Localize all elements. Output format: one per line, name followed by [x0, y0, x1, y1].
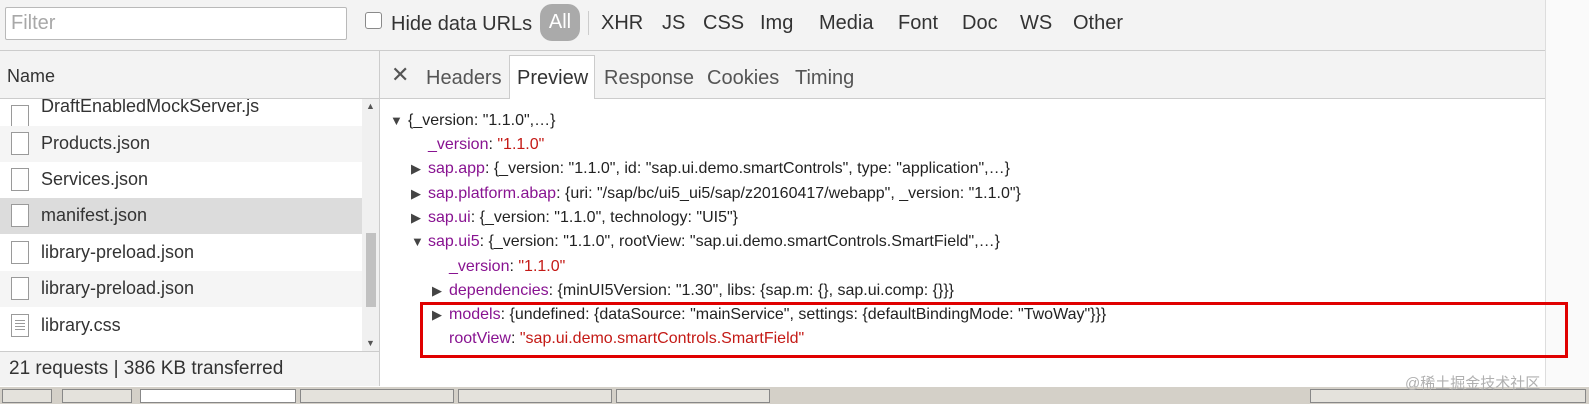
- request-row[interactable]: Services.json: [0, 162, 362, 198]
- filter-js-button[interactable]: JS: [662, 12, 685, 35]
- request-name: library.css: [41, 315, 121, 335]
- hide-data-urls-label[interactable]: Hide data URLs: [391, 13, 532, 36]
- json-object-summary: {_version: "1.1.0", id: "sap.ui.demo.sma…: [493, 160, 1010, 177]
- json-key: sap.platform.abap: [428, 185, 557, 202]
- request-list-scrollbar[interactable]: [362, 99, 379, 351]
- json-string-value: "1.1.0": [518, 258, 566, 275]
- hide-data-urls-checkbox[interactable]: [365, 12, 382, 29]
- request-summary: 21 requests | 386 KB transferred: [9, 358, 284, 379]
- json-key: sap.app: [428, 160, 485, 177]
- json-key: _version: [449, 258, 510, 275]
- name-column-header-bg: [0, 51, 379, 99]
- filter-font-button[interactable]: Font: [898, 12, 938, 35]
- taskbar-window-button[interactable]: [616, 389, 770, 403]
- tab-headers[interactable]: Headers: [426, 67, 502, 90]
- stylesheet-icon: [11, 314, 29, 337]
- close-icon[interactable]: ✕: [391, 62, 409, 88]
- json-object-summary: {_version: "1.1.0", technology: "UI5"}: [479, 209, 739, 226]
- request-row[interactable]: Products.json: [0, 126, 362, 162]
- tab-preview[interactable]: Preview: [517, 67, 588, 90]
- document-icon: [11, 204, 29, 227]
- expanded-triangle-icon[interactable]: ▼: [390, 110, 403, 132]
- json-property[interactable]: dependencies: {minUI5Version: "1.30", li…: [449, 280, 954, 302]
- taskbar-window-button[interactable]: [140, 389, 296, 403]
- json-object-summary: {uri: "/sap/bc/ui5_ui5/sap/z20160417/web…: [564, 185, 1021, 202]
- name-column-label: Name: [7, 66, 56, 86]
- filter-doc-button[interactable]: Doc: [962, 12, 998, 35]
- json-property[interactable]: sap.ui5: {_version: "1.1.0", rootView: "…: [428, 231, 1000, 253]
- scroll-down-arrow-icon[interactable]: ▼: [366, 338, 375, 348]
- request-name: Services.json: [41, 169, 149, 189]
- request-row-selected[interactable]: manifest.json: [0, 198, 362, 234]
- request-row[interactable]: library-preload.json: [0, 271, 362, 307]
- json-object-summary: {_version: "1.1.0", rootView: "sap.ui.de…: [488, 233, 1001, 250]
- request-name: library-preload.json: [41, 242, 195, 262]
- json-key: dependencies: [449, 282, 549, 299]
- json-string-value: "1.1.0": [497, 136, 545, 153]
- toolbar-divider: [588, 11, 589, 35]
- request-name: DraftEnabledMockServer.js: [41, 96, 260, 116]
- document-icon: [11, 241, 29, 264]
- expanded-triangle-icon[interactable]: ▼: [411, 231, 424, 253]
- highlight-annotation-box: [420, 302, 1568, 358]
- request-row[interactable]: library-preload.json: [0, 235, 362, 271]
- filter-media-button[interactable]: Media: [819, 12, 873, 35]
- watermark: @稀土掘金技术社区: [1405, 375, 1541, 392]
- filter-css-button[interactable]: CSS: [703, 12, 744, 35]
- document-icon: [11, 168, 29, 191]
- request-row[interactable]: library.css: [0, 308, 362, 351]
- quick-launch[interactable]: [62, 389, 132, 403]
- document-icon: [11, 105, 29, 128]
- filter-img-button[interactable]: Img: [760, 12, 793, 35]
- request-name: Products.json: [41, 133, 151, 153]
- tab-response[interactable]: Response: [604, 67, 694, 90]
- filter-xhr-button[interactable]: XHR: [601, 12, 643, 35]
- collapsed-triangle-icon[interactable]: ▶: [411, 158, 421, 180]
- start-button[interactable]: [2, 389, 52, 403]
- json-key: _version: [428, 136, 489, 153]
- filter-all-button[interactable]: All: [540, 4, 580, 41]
- json-property[interactable]: sap.ui: {_version: "1.1.0", technology: …: [428, 207, 738, 229]
- taskbar-window-button[interactable]: [458, 389, 612, 403]
- filter-input[interactable]: [5, 7, 347, 40]
- document-icon: [11, 277, 29, 300]
- collapsed-triangle-icon[interactable]: ▶: [432, 280, 442, 302]
- scroll-up-arrow-icon[interactable]: ▲: [366, 101, 375, 111]
- json-root[interactable]: {_version: "1.1.0",…}: [408, 110, 555, 132]
- json-key: sap.ui: [428, 209, 471, 226]
- json-object-summary: {minUI5Version: "1.30", libs: {sap.m: {}…: [557, 282, 955, 299]
- tab-cookies[interactable]: Cookies: [707, 67, 779, 90]
- collapsed-triangle-icon[interactable]: ▶: [411, 207, 421, 229]
- document-icon: [11, 132, 29, 155]
- json-property[interactable]: sap.platform.abap: {uri: "/sap/bc/ui5_ui…: [428, 183, 1021, 205]
- collapsed-triangle-icon[interactable]: ▶: [411, 183, 421, 205]
- taskbar-window-button[interactable]: [300, 389, 454, 403]
- filter-ws-button[interactable]: WS: [1020, 12, 1052, 35]
- scrollbar-thumb[interactable]: [366, 233, 376, 307]
- json-property: _version: "1.1.0": [428, 136, 545, 153]
- tab-timing[interactable]: Timing: [795, 67, 854, 90]
- json-property: _version: "1.1.0": [449, 258, 566, 275]
- json-property[interactable]: sap.app: {_version: "1.1.0", id: "sap.ui…: [428, 158, 1010, 180]
- request-name: manifest.json: [41, 205, 148, 225]
- request-name: library-preload.json: [41, 278, 195, 298]
- filter-other-button[interactable]: Other: [1073, 12, 1123, 35]
- json-key: sap.ui5: [428, 233, 480, 250]
